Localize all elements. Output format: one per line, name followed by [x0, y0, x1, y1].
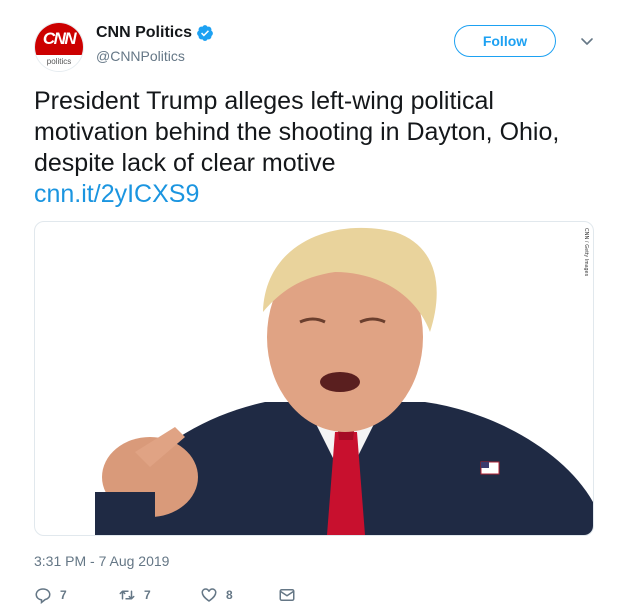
direct-message-button[interactable]: [278, 586, 296, 604]
tweet-timestamp[interactable]: 3:31 PM - 7 Aug 2019: [34, 553, 169, 569]
tweet-link[interactable]: cnn.it/2yICXS9: [34, 179, 594, 210]
tweet-media-image[interactable]: CNN / Getty Images: [34, 221, 594, 536]
retweet-icon: [119, 590, 135, 600]
like-count: 8: [226, 588, 233, 602]
account-handle[interactable]: @CNNPolitics: [96, 48, 214, 64]
tweet-header: CNN politics CNN Politics @CNNPolitics F…: [34, 20, 604, 72]
media-photo: [95, 227, 593, 535]
retweet-button[interactable]: 7: [118, 586, 200, 604]
display-name-row[interactable]: CNN Politics: [96, 24, 214, 42]
direct-message-icon: [279, 589, 295, 601]
avatar-logo: CNN: [42, 29, 77, 48]
reply-button[interactable]: 7: [34, 586, 118, 604]
follow-button[interactable]: Follow: [454, 25, 556, 57]
retweet-count: 7: [144, 588, 151, 602]
tweet-text: President Trump alleges left-wing politi…: [34, 87, 560, 177]
reply-icon: [35, 588, 51, 604]
photo-credit: CNN / Getty Images: [583, 228, 589, 277]
tweet-actions: 7 7 8: [34, 584, 296, 606]
verified-badge-icon: [196, 24, 214, 42]
account-names: CNN Politics @CNNPolitics: [96, 24, 214, 64]
like-button[interactable]: 8: [200, 586, 278, 604]
chevron-down-icon[interactable]: [580, 34, 594, 48]
avatar-subtitle: politics: [35, 55, 83, 71]
reply-count: 7: [60, 588, 67, 602]
avatar[interactable]: CNN politics: [34, 22, 84, 72]
tweet-body: President Trump alleges left-wing politi…: [34, 86, 594, 210]
display-name[interactable]: CNN Politics: [96, 24, 192, 42]
like-icon: [201, 588, 217, 602]
